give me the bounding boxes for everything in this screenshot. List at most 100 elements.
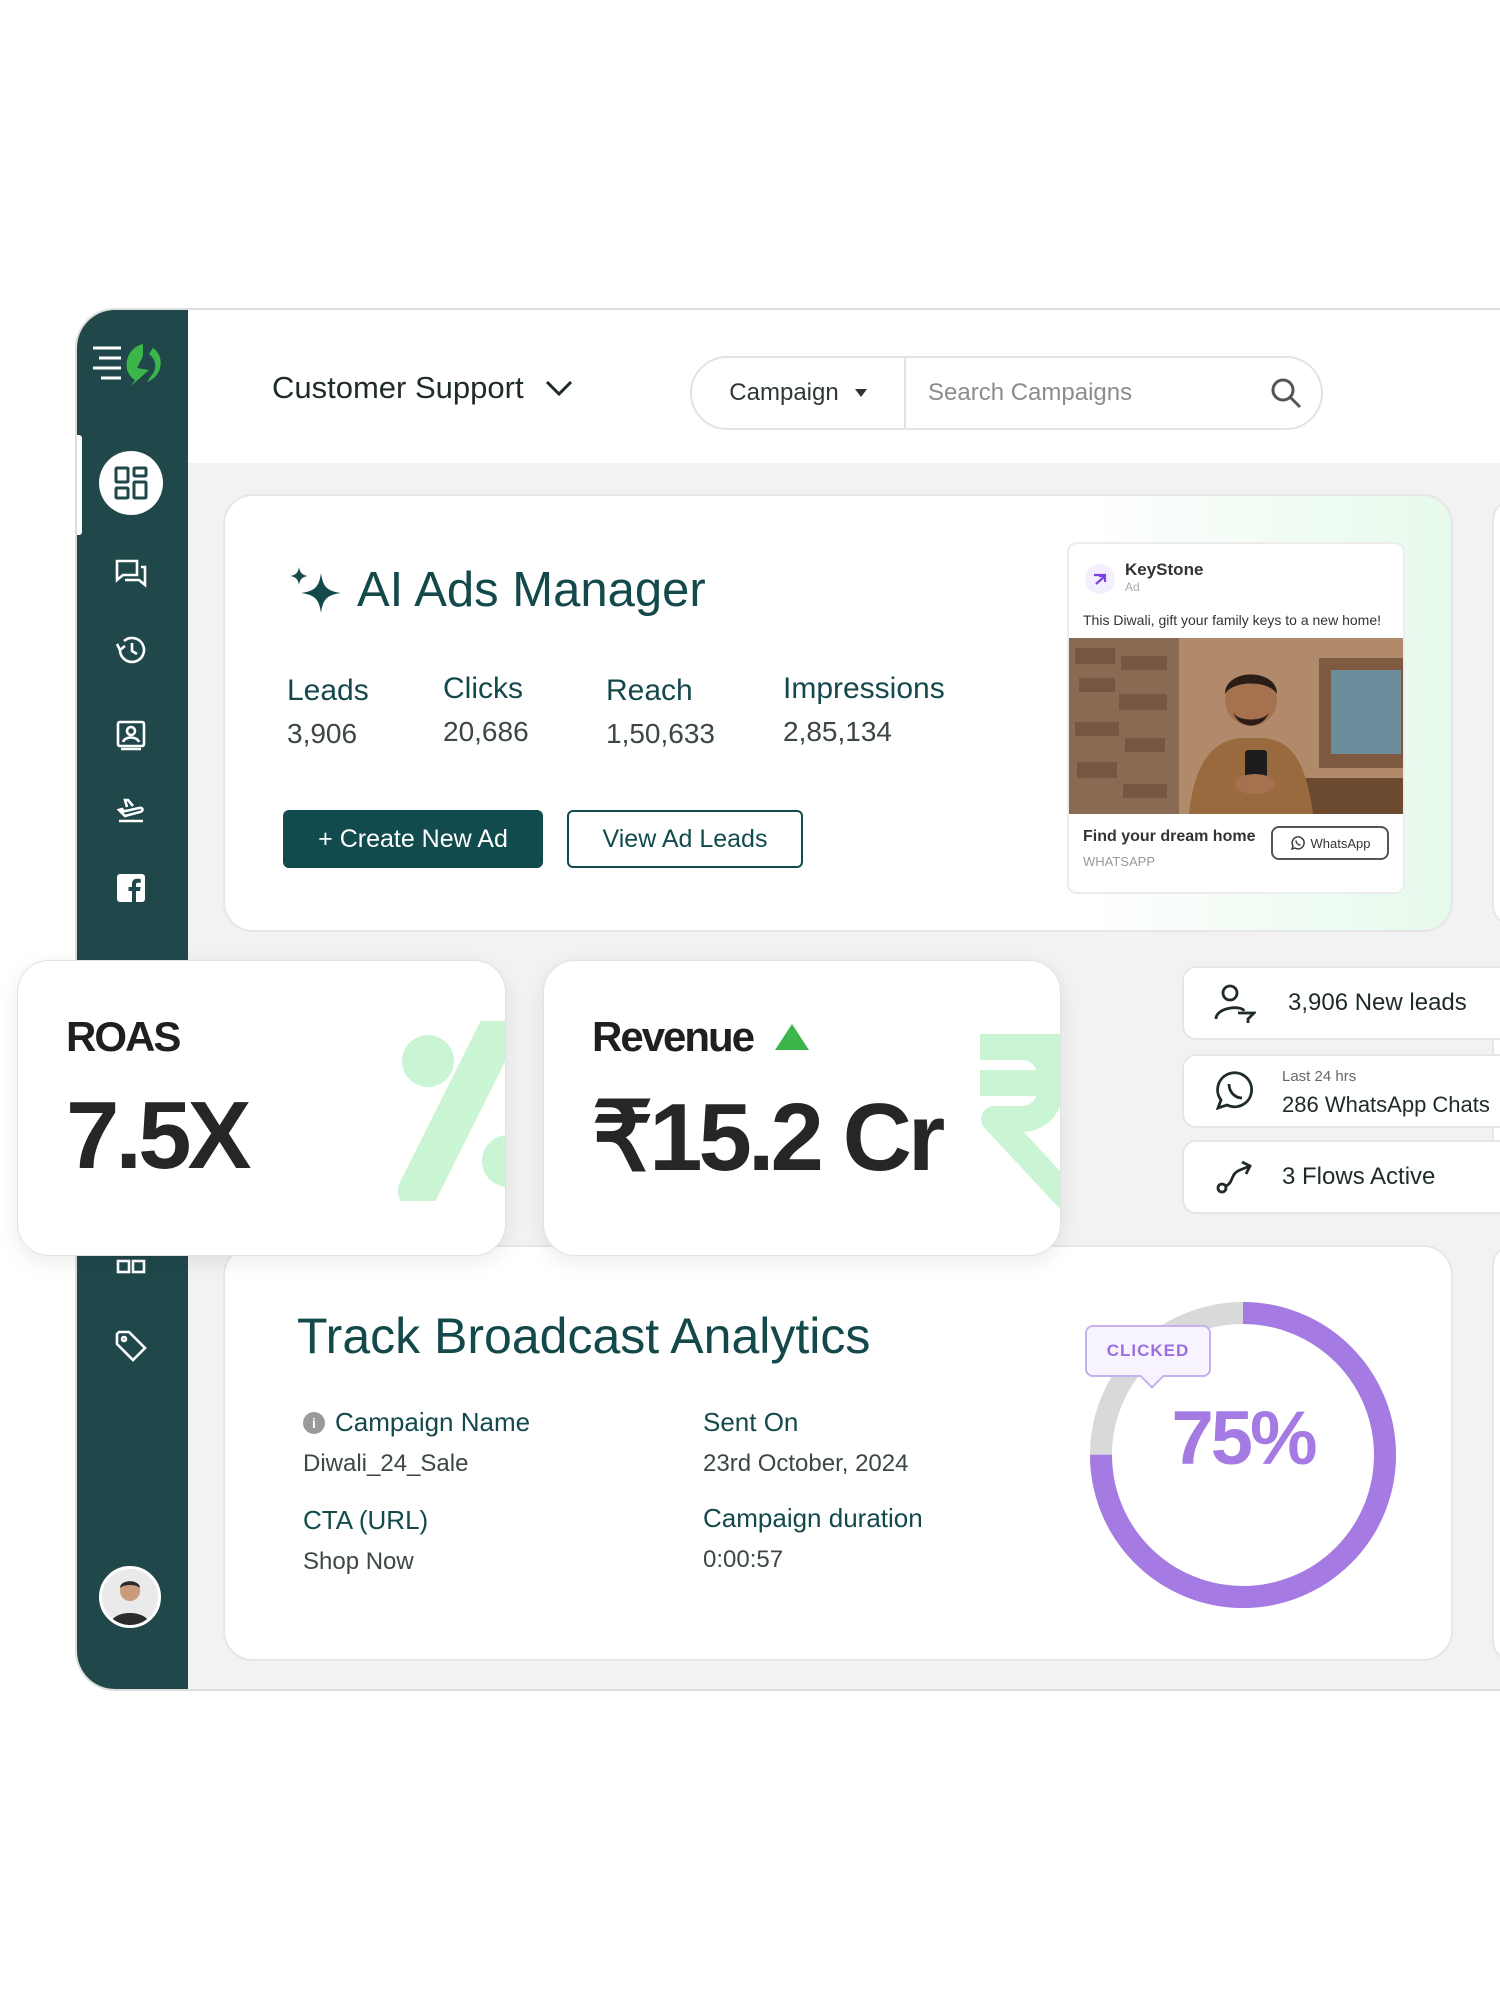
duration-value: 0:00:57	[703, 1546, 784, 1573]
ad-caption: This Diwali, gift your family keys to a …	[1083, 612, 1381, 628]
active-nav-indicator	[77, 435, 82, 535]
facebook-icon	[117, 874, 145, 902]
metric-label: Clicks	[443, 672, 523, 705]
ad-brand: KeyStone Ad	[1085, 560, 1203, 594]
sidebar-item-contacts[interactable]	[99, 702, 163, 766]
campaign-name-label: i Campaign Name	[303, 1407, 530, 1438]
whatsapp-icon	[1290, 836, 1305, 851]
broadcast-title: Track Broadcast Analytics	[297, 1308, 871, 1364]
percent-icon	[398, 1021, 505, 1201]
ad-brand-name: KeyStone	[1125, 560, 1204, 579]
sent-on-label: Sent On	[703, 1407, 799, 1437]
flight-icon	[116, 798, 144, 823]
ad-preview-card[interactable]: KeyStone Ad This Diwali, gift your famil…	[1067, 542, 1405, 894]
whatsapp-icon	[1215, 1071, 1253, 1111]
cta-label: CTA (URL)	[303, 1505, 429, 1535]
flow-route-icon	[1216, 1160, 1252, 1194]
campaign-name-field: i Campaign Name Diwali_24_Sale	[303, 1407, 530, 1478]
metric-reach: Reach 1,50,633	[606, 674, 715, 750]
sidebar-item-facebook[interactable]	[99, 856, 163, 920]
roas-value: 7.5X	[66, 1082, 251, 1189]
revenue-label-text: Revenue	[592, 1013, 755, 1060]
revenue-value: ₹15.2 Cr	[592, 1084, 945, 1191]
contacts-icon	[116, 720, 146, 751]
sidebar-item-tags[interactable]	[99, 1314, 163, 1378]
ads-manager-title-text: AI Ads Manager	[357, 563, 706, 617]
metric-label: Impressions	[783, 672, 945, 705]
chevron-down-icon	[545, 380, 572, 397]
metric-impressions: Impressions 2,85,134	[783, 672, 945, 748]
sidebar-item-chats[interactable]	[99, 542, 163, 606]
offscreen-card	[1492, 500, 1500, 926]
user-avatar[interactable]	[99, 1566, 161, 1628]
user-avatar-icon	[102, 1569, 158, 1625]
chats-text: 286 WhatsApp Chats	[1282, 1092, 1490, 1117]
info-icon[interactable]: i	[303, 1411, 325, 1434]
new-leads-text: 3,906 New leads	[1288, 989, 1467, 1016]
cta-value: Shop Now	[303, 1548, 414, 1575]
whatsapp-cta-button[interactable]: WhatsApp	[1271, 826, 1389, 860]
sent-on-value: 23rd October, 2024	[703, 1450, 909, 1477]
sidebar-item-history[interactable]	[99, 618, 163, 682]
sidebar-item-dashboard[interactable]	[99, 451, 163, 515]
campaign-filter-label: Campaign	[729, 379, 839, 406]
new-leads-stat[interactable]: 3,906 New leads	[1182, 966, 1500, 1040]
campaign-name-value: Diwali_24_Sale	[303, 1450, 469, 1477]
ad-footer-title: Find your dream home	[1083, 828, 1256, 845]
top-bar: Customer Support Campaign	[188, 310, 1500, 463]
ad-photo	[1069, 638, 1403, 814]
broadcast-analytics-card: Track Broadcast Analytics i Campaign Nam…	[223, 1245, 1453, 1661]
roas-label: ROAS	[66, 1013, 181, 1060]
sidebar-item-flights[interactable]	[99, 778, 163, 842]
offscreen-card	[1492, 1245, 1500, 1661]
grid-icon	[116, 1259, 146, 1274]
search-input[interactable]	[906, 358, 1251, 428]
sparkle-icon	[290, 567, 341, 613]
metric-value: 20,686	[443, 716, 529, 747]
user-filter-icon	[1214, 984, 1256, 1023]
sent-on-field: Sent On 23rd October, 2024	[703, 1407, 908, 1478]
metric-clicks: Clicks 20,686	[443, 672, 529, 748]
revenue-card: Revenue ₹15.2 Cr	[543, 960, 1061, 1256]
roas-card: ROAS 7.5X	[17, 960, 506, 1256]
metric-value: 2,85,134	[783, 716, 892, 747]
search-icon	[1271, 378, 1302, 409]
caret-down-icon	[854, 389, 867, 397]
flows-active-stat[interactable]: 3 Flows Active	[1182, 1140, 1500, 1214]
cta-field: CTA (URL) Shop Now	[303, 1505, 428, 1576]
metric-value: 1,50,633	[606, 718, 715, 749]
chat-icon	[115, 559, 147, 588]
workspace-label: Customer Support	[272, 370, 524, 405]
duration-field: Campaign duration 0:00:57	[703, 1503, 923, 1574]
campaign-name-label-text: Campaign Name	[335, 1407, 531, 1437]
metric-label: Reach	[606, 674, 693, 707]
duration-label: Campaign duration	[703, 1503, 923, 1533]
tag-icon	[115, 1330, 147, 1362]
workspace-selector[interactable]: Customer Support	[272, 370, 574, 406]
dashboard-icon	[114, 466, 148, 500]
brand-logo-icon	[93, 344, 161, 386]
metric-value: 3,906	[287, 718, 358, 749]
whatsapp-chats-stat[interactable]: Last 24 hrs 286 WhatsApp Chats	[1182, 1054, 1500, 1128]
history-icon	[115, 636, 146, 664]
campaign-filter-dropdown[interactable]: Campaign	[692, 358, 906, 428]
ads-manager-title: AI Ads Manager	[287, 562, 706, 618]
view-ad-leads-button[interactable]: View Ad Leads	[567, 810, 803, 868]
revenue-label: Revenue	[592, 1013, 810, 1061]
ad-footer-sub: WHATSAPP	[1083, 854, 1155, 869]
flows-text: 3 Flows Active	[1282, 1163, 1436, 1190]
rupee-icon	[980, 1034, 1060, 1210]
clicked-tooltip: CLICKED	[1085, 1325, 1211, 1377]
whatsapp-cta-label: WhatsApp	[1310, 835, 1371, 851]
metric-leads: Leads 3,906	[287, 674, 369, 750]
ad-brand-sub: Ad	[1125, 580, 1140, 594]
chats-period: Last 24 hrs	[1282, 1068, 1357, 1085]
create-new-ad-button[interactable]: + Create New Ad	[283, 810, 543, 868]
ai-ads-manager-card: AI Ads Manager Leads 3,906 Clicks 20,686…	[223, 494, 1453, 932]
search-button[interactable]	[1251, 358, 1321, 428]
campaign-search-bar: Campaign	[690, 356, 1323, 430]
metric-label: Leads	[287, 674, 369, 707]
clicked-percentage: 75%	[1171, 1396, 1317, 1481]
keystone-logo-icon	[1085, 564, 1115, 594]
trend-up-icon	[775, 1024, 810, 1050]
